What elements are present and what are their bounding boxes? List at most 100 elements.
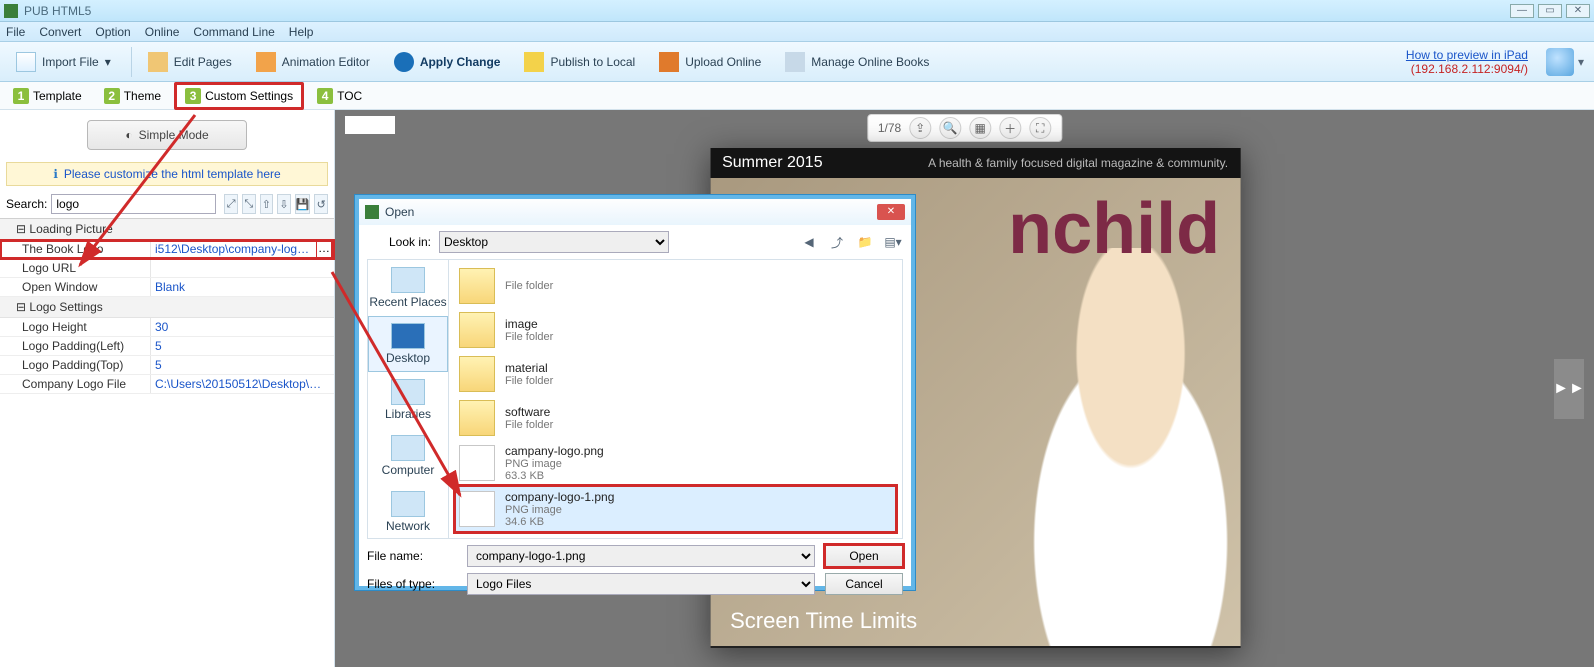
customize-template-info[interactable]: ℹ Please customize the html template her…	[6, 162, 328, 186]
close-button[interactable]: ✕	[1566, 4, 1590, 18]
search-input[interactable]	[51, 194, 216, 214]
filename-label: File name:	[367, 549, 457, 563]
place-libraries[interactable]: Libraries	[368, 372, 448, 428]
prop-open-window-value[interactable]: Blank	[150, 278, 334, 296]
apply-change-button[interactable]: Apply Change	[384, 48, 511, 76]
preview-ipad-link[interactable]: How to preview in iPad	[1406, 48, 1528, 62]
group-loading-picture[interactable]: ⊟ Loading Picture	[0, 219, 334, 240]
browse-logo-button[interactable]: …	[316, 240, 332, 258]
cancel-button[interactable]: Cancel	[825, 573, 903, 595]
share-icon[interactable]: ⇪	[909, 117, 931, 139]
tab-theme[interactable]: 2Theme	[95, 84, 170, 108]
folder-item[interactable]: materialFile folder	[455, 352, 896, 396]
tab-custom-settings[interactable]: 3Custom Settings	[174, 82, 304, 110]
prop-company-logo-file[interactable]: Company Logo FileC:\Users\20150512\Deskt…	[0, 375, 334, 394]
filename-input[interactable]: company-logo-1.png	[467, 545, 815, 567]
collapse-icon[interactable]: ⤡	[242, 194, 256, 214]
menu-help[interactable]: Help	[289, 25, 314, 39]
file-item[interactable]: campany-logo.pngPNG image63.3 KB	[455, 440, 896, 486]
app-icon	[4, 4, 18, 18]
file-item-selected[interactable]: company-logo-1.pngPNG image34.6 KB	[455, 486, 896, 532]
minimize-button[interactable]: —	[1510, 4, 1534, 18]
import-file-button[interactable]: Import File ▾	[6, 48, 121, 76]
import-settings-icon[interactable]: ⇧	[260, 194, 274, 214]
dialog-close-button[interactable]: ✕	[877, 204, 905, 220]
window-titlebar: PUB HTML5 — ▭ ✕	[0, 0, 1594, 22]
tab-template[interactable]: 1Template	[4, 84, 91, 108]
prop-logo-padding-left[interactable]: Logo Padding(Left)5	[0, 337, 334, 356]
search-icon[interactable]: 🔍	[939, 117, 961, 139]
back-icon[interactable]: ◀	[799, 232, 819, 252]
avatar-caret-icon[interactable]: ▾	[1578, 55, 1584, 69]
menu-option[interactable]: Option	[95, 25, 130, 39]
import-file-label: Import File	[42, 55, 99, 69]
prop-open-window[interactable]: Open Window Blank	[0, 278, 334, 297]
open-button[interactable]: Open	[825, 545, 903, 567]
place-computer[interactable]: Computer	[368, 428, 448, 484]
page-indicator: 1/78	[878, 121, 901, 135]
folder-item[interactable]: softwareFile folder	[455, 396, 896, 440]
window-title: PUB HTML5	[24, 4, 91, 18]
menu-file[interactable]: File	[6, 25, 25, 39]
edit-pages-button[interactable]: Edit Pages	[138, 48, 242, 76]
thumbnails-icon[interactable]: ▦	[969, 117, 991, 139]
dialog-titlebar[interactable]: Open ✕	[359, 199, 911, 225]
tab-template-label: Template	[33, 89, 82, 103]
maximize-button[interactable]: ▭	[1538, 4, 1562, 18]
fullscreen-icon[interactable]: ⛶	[1029, 117, 1051, 139]
customize-template-label: Please customize the html template here	[64, 167, 281, 181]
cover-top-strip: Summer 2015 A health & family focused di…	[710, 148, 1240, 178]
dialog-icon	[365, 205, 379, 219]
export-settings-icon[interactable]: ⇩	[277, 194, 291, 214]
prop-book-logo-value[interactable]: i512\Desktop\company-logo-1.png	[150, 240, 316, 258]
place-network[interactable]: Network	[368, 484, 448, 540]
menubar: File Convert Option Online Command Line …	[0, 22, 1594, 42]
prop-book-logo[interactable]: The Book Logo i512\Desktop\company-logo-…	[0, 240, 334, 259]
animation-editor-button[interactable]: Animation Editor	[246, 48, 380, 76]
manage-books-button[interactable]: Manage Online Books	[775, 48, 939, 76]
tab-toc[interactable]: 4TOC	[308, 84, 371, 108]
place-desktop[interactable]: Desktop	[368, 316, 448, 372]
filetype-select[interactable]: Logo Files	[467, 573, 815, 595]
place-recent[interactable]: Recent Places	[368, 260, 448, 316]
user-avatar[interactable]	[1546, 48, 1574, 76]
next-page-button[interactable]: ►►	[1554, 359, 1584, 419]
prop-open-window-key: Open Window	[0, 278, 150, 296]
group-logo-settings[interactable]: ⊟ Logo Settings	[0, 297, 334, 318]
prop-logo-url[interactable]: Logo URL	[0, 259, 334, 278]
reset-icon[interactable]: ↺	[314, 194, 328, 214]
prop-logo-height[interactable]: Logo Height30	[0, 318, 334, 337]
menu-online[interactable]: Online	[145, 25, 180, 39]
property-tree: ⊟ Loading Picture The Book Logo i512\Des…	[0, 218, 334, 394]
manage-books-label: Manage Online Books	[811, 55, 929, 69]
folder-item[interactable]: File folder	[455, 264, 896, 308]
simple-mode-button[interactable]: ◐ Simple Mode	[87, 120, 247, 150]
expand-icon[interactable]: ⤢	[224, 194, 238, 214]
dialog-title: Open	[385, 205, 414, 219]
simple-mode-label: Simple Mode	[139, 128, 209, 142]
file-list[interactable]: File folder imageFile folder materialFil…	[449, 259, 903, 539]
view-menu-icon[interactable]: ▤▾	[883, 232, 903, 252]
lookin-select[interactable]: Desktop	[439, 231, 669, 253]
prop-logo-url-value[interactable]	[150, 259, 334, 277]
dropdown-caret-icon: ▾	[105, 55, 111, 69]
save-icon[interactable]: 💾	[295, 194, 311, 214]
menu-commandline[interactable]: Command Line	[193, 25, 274, 39]
cover-bottom-text: Screen Time Limits	[730, 608, 917, 634]
cover-tagline: A health & family focused digital magazi…	[928, 156, 1228, 170]
animation-editor-label: Animation Editor	[282, 55, 370, 69]
new-folder-icon[interactable]: 📁	[855, 232, 875, 252]
server-ip: (192.168.2.112:9094/)	[1406, 62, 1528, 76]
preview-hud: 1/78 ⇪ 🔍 ▦ ＋ ⛶	[867, 114, 1062, 142]
up-icon[interactable]: ⤴	[827, 232, 847, 252]
publish-local-button[interactable]: Publish to Local	[514, 48, 645, 76]
places-bar: Recent Places Desktop Libraries Computer…	[367, 259, 449, 539]
prop-book-logo-key: The Book Logo	[0, 240, 150, 258]
prop-logo-padding-top[interactable]: Logo Padding(Top)5	[0, 356, 334, 375]
upload-icon	[659, 52, 679, 72]
menu-convert[interactable]: Convert	[39, 25, 81, 39]
prop-logo-url-key: Logo URL	[0, 259, 150, 277]
zoom-in-icon[interactable]: ＋	[999, 117, 1021, 139]
folder-item[interactable]: imageFile folder	[455, 308, 896, 352]
upload-online-button[interactable]: Upload Online	[649, 48, 771, 76]
